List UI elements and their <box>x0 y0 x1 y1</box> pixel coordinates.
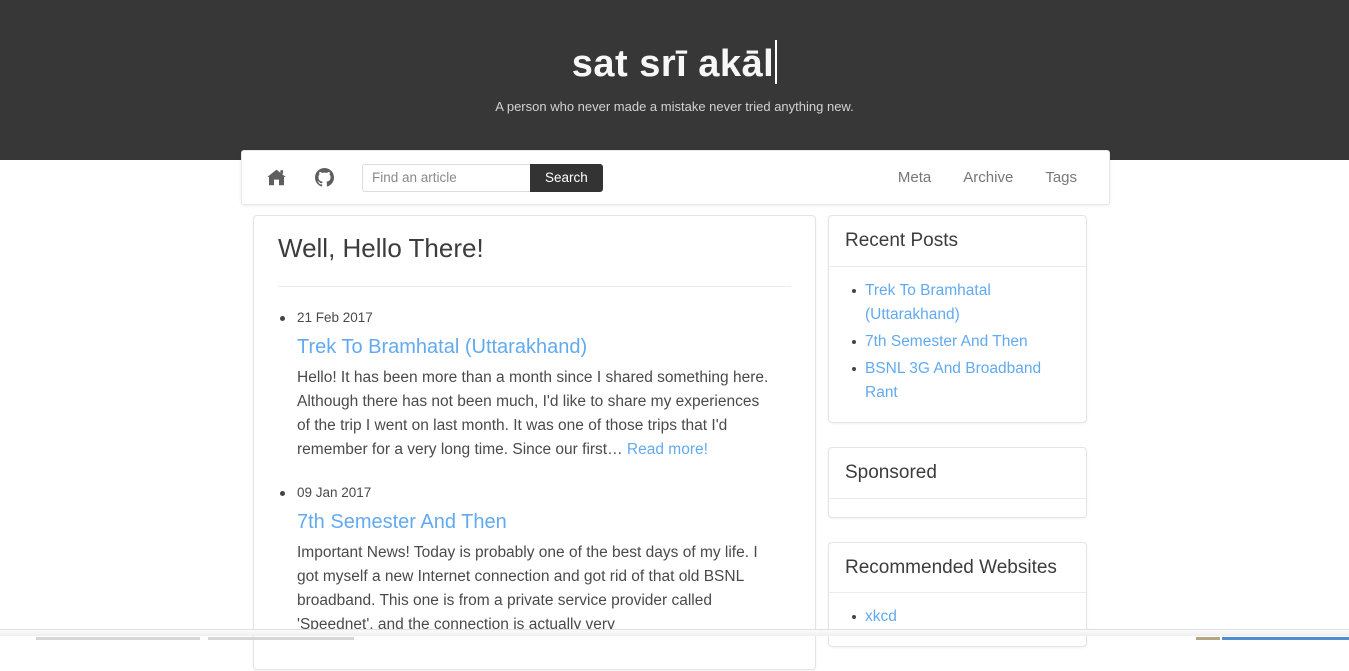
github-link[interactable] <box>300 158 348 198</box>
nav-link-archive[interactable]: Archive <box>947 169 1029 186</box>
home-link[interactable] <box>252 158 300 198</box>
site-title-text: sat srī akāl <box>571 43 775 85</box>
recommended-websites-body: xkcd <box>829 593 1086 646</box>
recent-posts-panel: Recent Posts Trek To Bramhatal (Uttarakh… <box>828 215 1087 423</box>
posts-panel: Well, Hello There! 21 Feb 2017 Trek To B… <box>253 215 816 670</box>
page-root: sat srī akāl A person who never made a m… <box>0 0 1349 670</box>
nav-link-meta[interactable]: Meta <box>882 169 947 186</box>
github-icon <box>314 168 334 187</box>
search-button[interactable]: Search <box>530 163 603 192</box>
read-more-link[interactable]: Read more! <box>627 441 708 458</box>
recent-post-link[interactable]: Trek To Bramhatal (Uttarakhand) <box>865 282 991 323</box>
post-list-item: 09 Jan 2017 7th Semester And Then Import… <box>278 484 791 637</box>
post-excerpt: Important News! Today is probably one of… <box>297 543 758 633</box>
post-list-item: 21 Feb 2017 Trek To Bramhatal (Uttarakha… <box>278 309 791 462</box>
sponsored-body <box>829 499 1086 517</box>
nav-link-tags[interactable]: Tags <box>1029 169 1093 186</box>
main-column: Well, Hello There! 21 Feb 2017 Trek To B… <box>253 215 816 670</box>
page-title: Well, Hello There! <box>278 233 484 263</box>
recommended-website-link[interactable]: xkcd <box>865 608 897 625</box>
recommended-websites-header: Recommended Websites <box>829 543 1086 594</box>
post-title-link[interactable]: Trek To Bramhatal (Uttarakhand) <box>297 334 791 360</box>
recent-post-link[interactable]: 7th Semester And Then <box>865 333 1028 350</box>
sidebar-column: Recent Posts Trek To Bramhatal (Uttarakh… <box>828 215 1087 671</box>
recent-post-link[interactable]: BSNL 3G And Broadband Rant <box>865 360 1041 401</box>
site-title: sat srī akāl <box>0 0 1349 89</box>
site-masthead: sat srī akāl A person who never made a m… <box>0 0 1349 160</box>
list-item: Trek To Bramhatal (Uttarakhand) <box>852 279 1070 327</box>
recent-posts-header: Recent Posts <box>829 216 1086 267</box>
recent-posts-body: Trek To Bramhatal (Uttarakhand) 7th Seme… <box>829 267 1086 422</box>
text-cursor-icon <box>775 40 778 84</box>
sponsored-title: Sponsored <box>845 461 937 483</box>
post-title-link[interactable]: 7th Semester And Then <box>297 509 791 535</box>
masthead-inner: sat srī akāl A person who never made a m… <box>0 0 1349 114</box>
recommended-websites-panel: Recommended Websites xkcd <box>828 541 1087 648</box>
post-date: 09 Jan 2017 <box>297 484 372 500</box>
navbar-left-group: Search <box>242 158 603 198</box>
recommended-websites-title: Recommended Websites <box>845 556 1057 578</box>
recent-posts-title: Recent Posts <box>845 230 958 251</box>
site-tagline: A person who never made a mistake never … <box>495 98 854 114</box>
post-excerpt: Hello! It has been more than a month sin… <box>297 366 775 462</box>
search-form: Search <box>362 163 603 192</box>
navbar-right-group: Meta Archive Tags <box>882 169 1109 186</box>
list-item: 7th Semester And Then <box>852 330 1070 354</box>
recommended-websites-list: xkcd <box>845 605 1070 629</box>
sponsored-panel: Sponsored <box>828 446 1087 518</box>
home-icon <box>266 169 286 186</box>
search-input[interactable] <box>362 163 530 192</box>
post-date: 21 Feb 2017 <box>297 309 373 325</box>
sponsored-header: Sponsored <box>829 448 1086 499</box>
list-item: xkcd <box>852 605 1070 629</box>
list-item: BSNL 3G And Broadband Rant <box>852 357 1070 405</box>
recent-posts-list: Trek To Bramhatal (Uttarakhand) 7th Seme… <box>845 279 1070 405</box>
post-list: 21 Feb 2017 Trek To Bramhatal (Uttarakha… <box>254 287 815 669</box>
main-navbar: Search Meta Archive Tags <box>241 150 1110 205</box>
